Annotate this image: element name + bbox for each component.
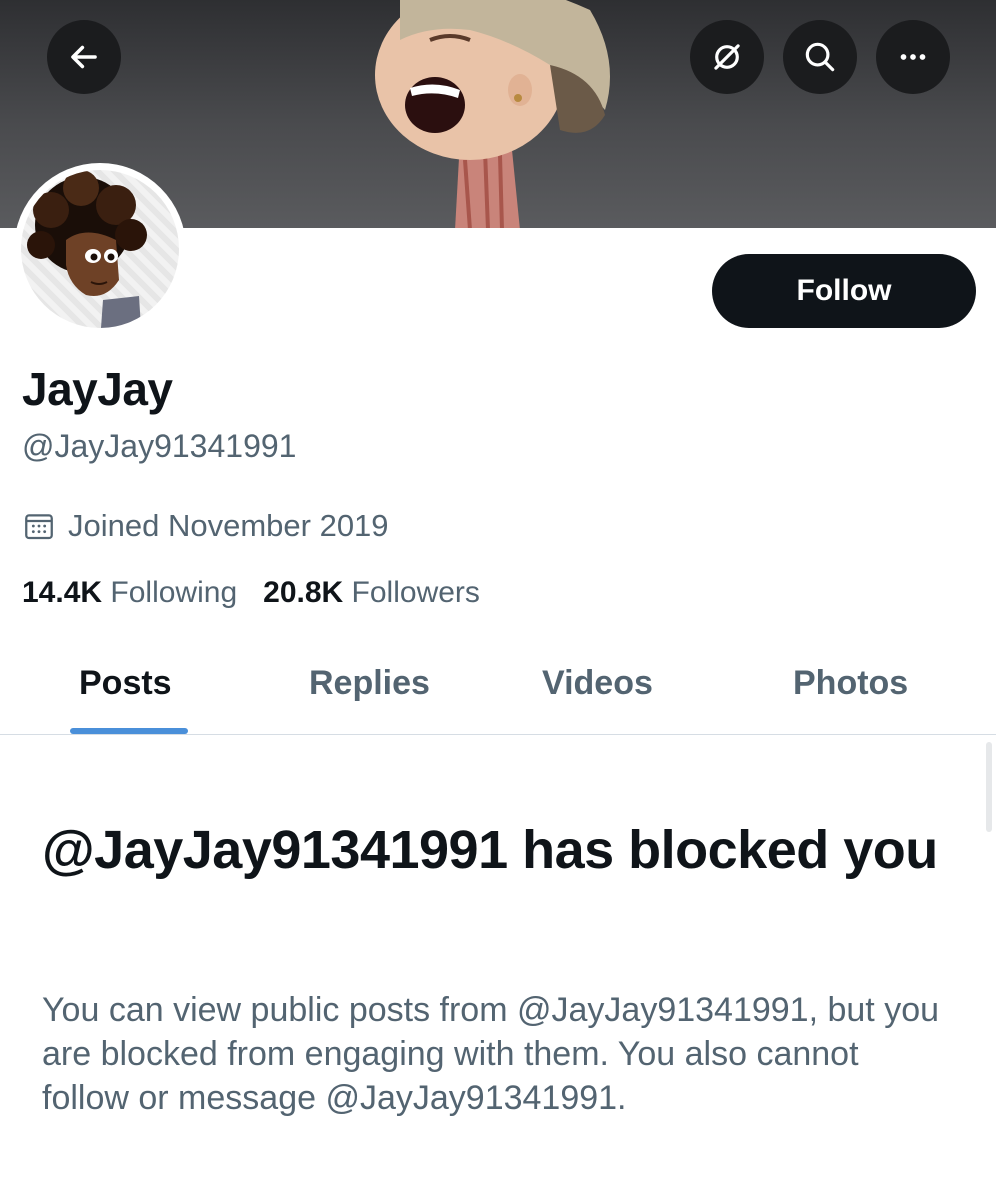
tab-replies[interactable]: Replies xyxy=(309,664,430,703)
tab-photos[interactable]: Photos xyxy=(793,664,908,703)
avatar[interactable] xyxy=(14,163,186,335)
tab-posts[interactable]: Posts xyxy=(79,664,172,703)
profile-handle: @JayJay91341991 xyxy=(22,428,297,464)
followers-count: 20.8K xyxy=(263,576,344,609)
following-count: 14.4K xyxy=(22,576,103,609)
following-label: Following xyxy=(110,576,238,609)
display-name: JayJay xyxy=(22,363,173,415)
arrow-left-icon xyxy=(71,45,97,69)
search-icon xyxy=(805,42,835,72)
tab-videos[interactable]: Videos xyxy=(542,664,653,703)
blocked-description: You can view public posts from @JayJay91… xyxy=(42,991,940,1117)
search-button[interactable] xyxy=(783,20,857,94)
followers-label: Followers xyxy=(351,576,480,609)
notifications-off-button[interactable] xyxy=(690,20,764,94)
profile-tabs: Posts Replies Videos Photos xyxy=(0,640,996,735)
banner-image xyxy=(375,0,610,228)
active-tab-indicator xyxy=(70,728,188,734)
calendar-icon xyxy=(25,514,53,540)
joined-label: Joined November 2019 xyxy=(68,508,389,543)
follow-button[interactable]: Follow xyxy=(712,254,976,328)
joined-date: Joined November 2019 xyxy=(22,508,389,544)
followers-link[interactable]: 20.8K Followers xyxy=(263,576,480,610)
scrollbar[interactable] xyxy=(986,742,992,832)
avatar-image xyxy=(27,170,147,328)
more-button[interactable] xyxy=(876,20,950,94)
following-link[interactable]: 14.4K Following xyxy=(22,576,237,610)
blocked-title: @JayJay91341991 has blocked you xyxy=(42,820,938,880)
lightning-off-icon xyxy=(714,44,740,70)
profile-stats: 14.4K Following 20.8K Followers xyxy=(22,576,480,610)
more-icon xyxy=(900,54,926,60)
back-button[interactable] xyxy=(47,20,121,94)
